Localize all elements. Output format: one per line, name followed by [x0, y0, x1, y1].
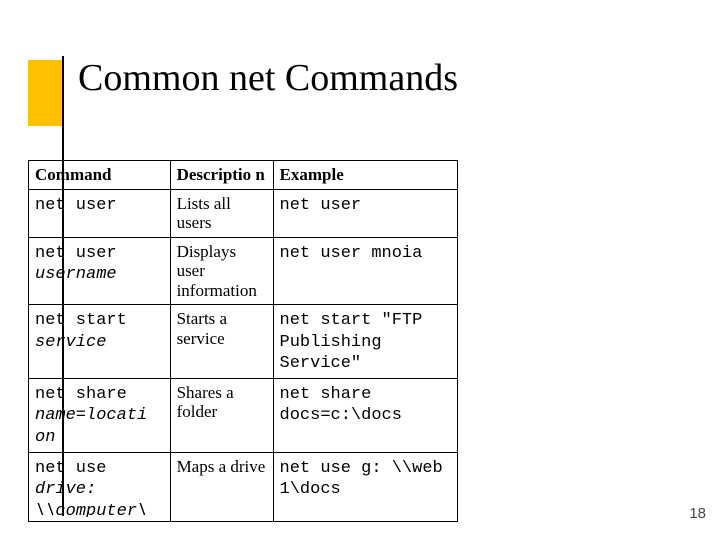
cmd-arg: name=locati on	[35, 406, 147, 447]
cmd-text: net user	[35, 244, 117, 263]
page-number: 18	[689, 505, 706, 522]
cmd-example: net use g: \\web 1\docs	[280, 459, 443, 500]
cmd-text: net use	[35, 459, 106, 478]
table-row: net use drive: \\computer\ Maps a drive …	[29, 452, 458, 521]
cmd-example: net start "FTP Publishing Service"	[280, 311, 423, 373]
cmd-example: net user mnoia	[280, 244, 423, 263]
header-description: Descriptio n	[170, 161, 273, 190]
table-row: net share name=locati on Shares a folder…	[29, 378, 458, 452]
commands-table-wrap: Command Descriptio n Example net user Li…	[28, 160, 458, 522]
cmd-text: net user	[35, 196, 117, 215]
cmd-desc: Maps a drive	[177, 457, 267, 517]
accent-box	[28, 60, 62, 126]
commands-table: Command Descriptio n Example net user Li…	[28, 160, 458, 522]
table-row: net user username Displays user informat…	[29, 237, 458, 305]
cmd-desc: Displays user information	[170, 237, 273, 305]
cmd-text: net start	[35, 311, 127, 330]
table-row: net user Lists all users net user	[29, 189, 458, 237]
cmd-desc: Lists all users	[170, 189, 273, 237]
cmd-arg: drive: \\computer\	[35, 480, 147, 516]
table-row: net start service Starts a service net s…	[29, 305, 458, 379]
cmd-desc: Starts a service	[170, 305, 273, 379]
cmd-arg: username	[35, 265, 117, 284]
cmd-arg: service	[35, 333, 106, 352]
header-example: Example	[273, 161, 457, 190]
header-command: Command	[29, 161, 171, 190]
table-header-row: Command Descriptio n Example	[29, 161, 458, 190]
cmd-example: net user	[280, 196, 362, 215]
cmd-desc: Shares a folder	[170, 378, 273, 452]
slide-title: Common net Commands	[78, 56, 458, 100]
cmd-example: net share docs=c:\docs	[280, 385, 402, 426]
cmd-text: net share	[35, 385, 127, 404]
